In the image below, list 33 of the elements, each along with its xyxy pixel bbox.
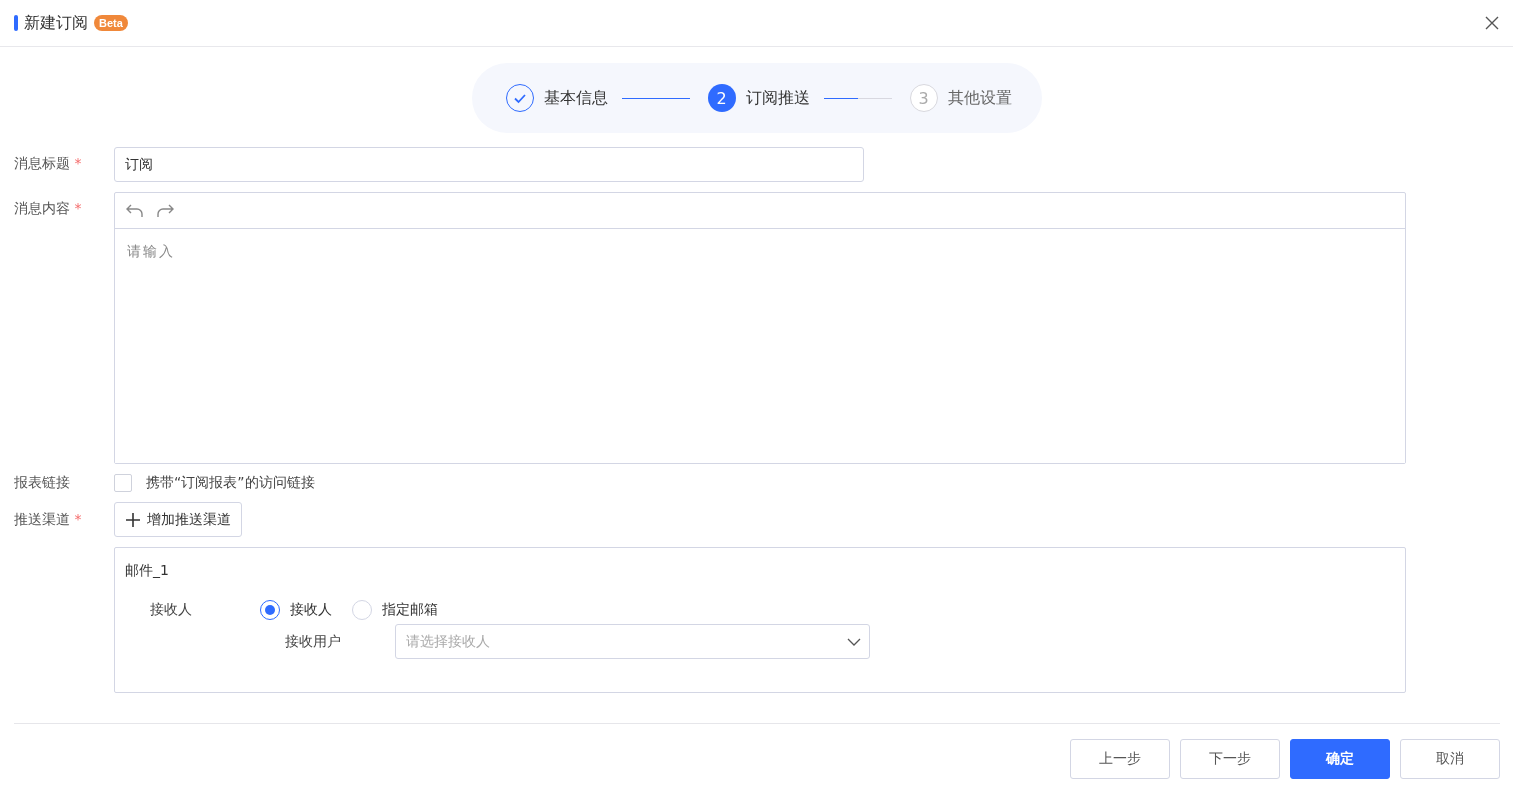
field-label: 消息内容 *	[14, 199, 83, 218]
add-channel-button[interactable]: 增加推送渠道	[114, 502, 242, 537]
confirm-button[interactable]: 确定	[1290, 739, 1390, 779]
footer-button[interactable]: 取消	[1400, 739, 1500, 779]
close-icon[interactable]	[1485, 16, 1499, 30]
step-label: 其他设置	[947, 87, 1012, 109]
field-label: 接收用户	[285, 632, 342, 651]
undo-icon[interactable]	[125, 202, 145, 219]
step-indicator: 3	[909, 84, 938, 112]
checkbox-label: 携带“订阅报表”的访问链接	[146, 474, 315, 492]
plus-icon	[125, 511, 141, 528]
radio-label: 接收人	[290, 601, 332, 619]
content-editor[interactable]: 请输入	[114, 192, 1406, 464]
footer-button[interactable]: 上一步	[1070, 739, 1170, 779]
step-label: 订阅推送	[745, 87, 810, 109]
redo-icon[interactable]	[155, 202, 175, 219]
radio-label: 指定邮箱	[382, 601, 438, 619]
step-label: 基本信息	[543, 87, 608, 109]
field-label: 报表链接	[14, 474, 71, 492]
step-indicator: 2	[707, 84, 736, 112]
footer-button[interactable]: 下一步	[1180, 739, 1280, 779]
title-accent-bar	[14, 15, 18, 31]
chevron-down-icon	[847, 637, 861, 646]
field-label: 推送渠道 *	[14, 510, 83, 529]
title-input[interactable]: 订阅	[114, 147, 864, 182]
checkbox[interactable]	[114, 474, 132, 492]
beta-badge: Beta	[94, 15, 128, 31]
field-label: 接收人	[150, 601, 193, 619]
channel-name: 邮件_1	[125, 562, 170, 580]
step-connector	[621, 97, 690, 99]
step-connector	[823, 97, 892, 99]
dialog-title: 新建订阅	[24, 12, 88, 34]
field-label: 消息标题 *	[14, 154, 83, 173]
